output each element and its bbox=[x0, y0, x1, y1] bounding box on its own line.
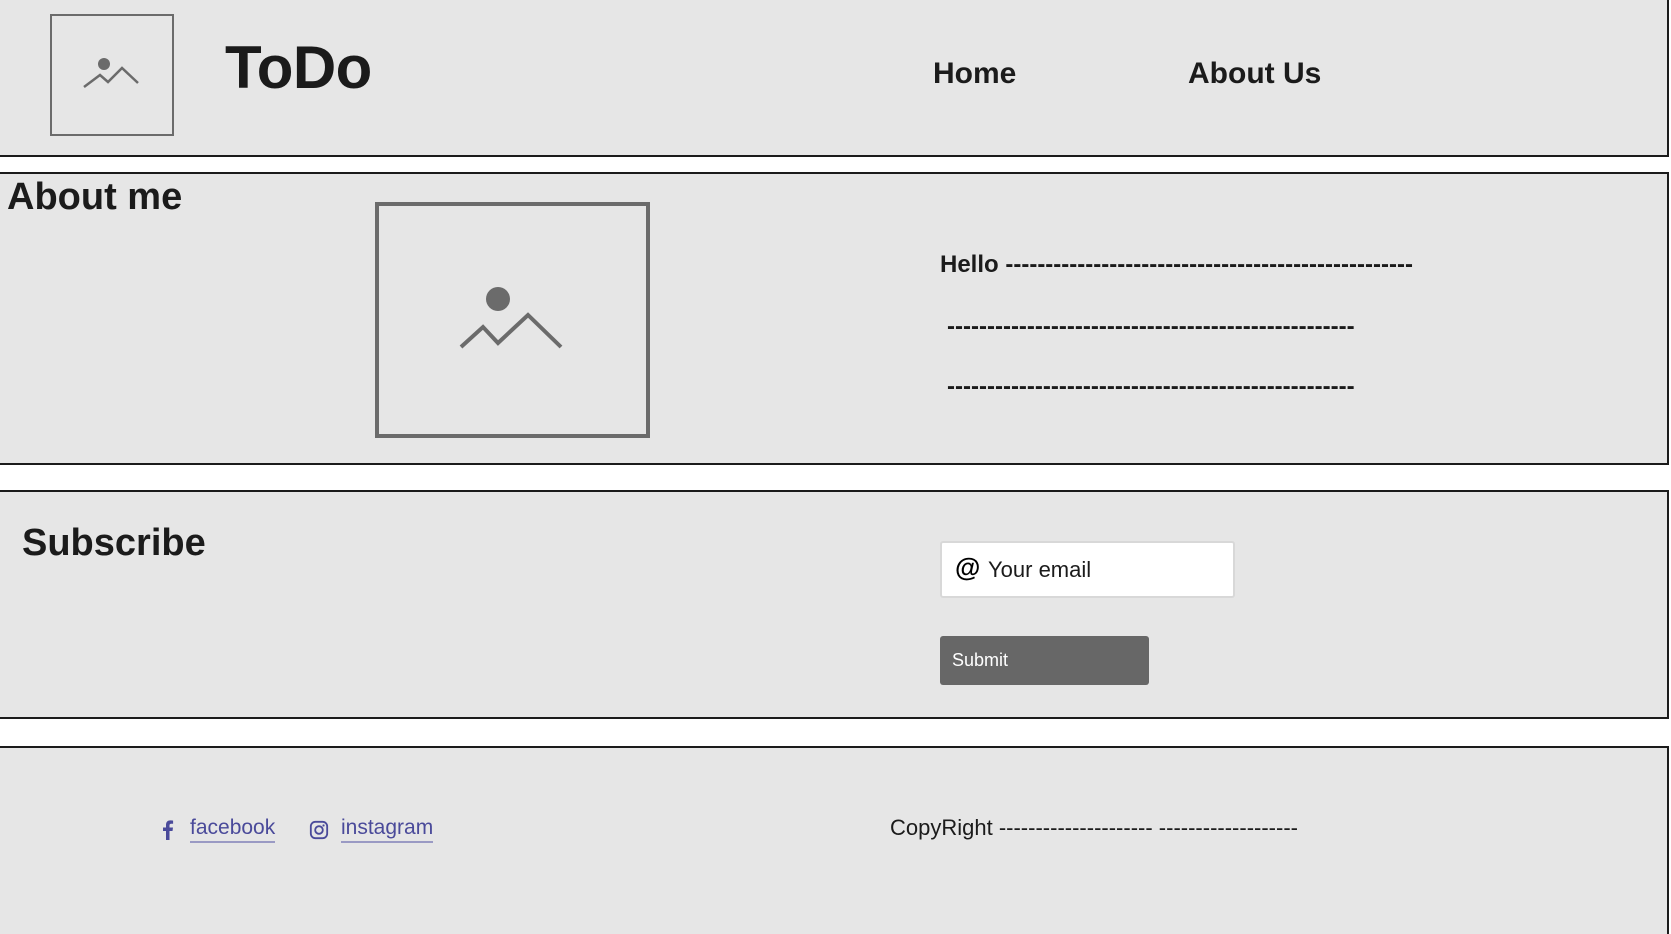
site-header: ToDo Home About Us bbox=[0, 0, 1669, 157]
site-title: ToDo bbox=[225, 34, 372, 101]
facebook-icon bbox=[163, 819, 174, 840]
about-text-line: ----------------------------------------… bbox=[947, 373, 1355, 400]
email-field[interactable]: @ bbox=[940, 541, 1235, 598]
instagram-icon bbox=[309, 820, 329, 839]
nav-link-about-us[interactable]: About Us bbox=[1188, 57, 1321, 91]
about-image-placeholder bbox=[375, 202, 650, 438]
image-icon bbox=[83, 58, 139, 88]
image-icon bbox=[459, 287, 562, 349]
logo-image-placeholder bbox=[50, 14, 174, 136]
subscribe-section: Subscribe @ Submit bbox=[0, 490, 1669, 719]
facebook-label: facebook bbox=[190, 816, 276, 843]
instagram-label: instagram bbox=[341, 816, 434, 843]
about-title: About me bbox=[7, 176, 183, 218]
about-text-line: ----------------------------------------… bbox=[947, 313, 1355, 340]
at-sign-icon: @ bbox=[955, 552, 981, 582]
site-footer: facebook instagram CopyRight -----------… bbox=[0, 746, 1669, 934]
copyright-text: CopyRight --------------------- --------… bbox=[890, 815, 1298, 840]
instagram-link[interactable]: instagram bbox=[309, 816, 434, 843]
subscribe-title: Subscribe bbox=[22, 522, 206, 564]
facebook-link[interactable]: facebook bbox=[158, 816, 276, 843]
about-text-line: Hello ----------------------------------… bbox=[940, 251, 1413, 278]
submit-button[interactable]: Submit bbox=[940, 636, 1149, 685]
email-input[interactable] bbox=[986, 551, 1230, 589]
about-section: About me Hello -------------------------… bbox=[0, 172, 1669, 465]
nav-link-home[interactable]: Home bbox=[933, 57, 1016, 91]
